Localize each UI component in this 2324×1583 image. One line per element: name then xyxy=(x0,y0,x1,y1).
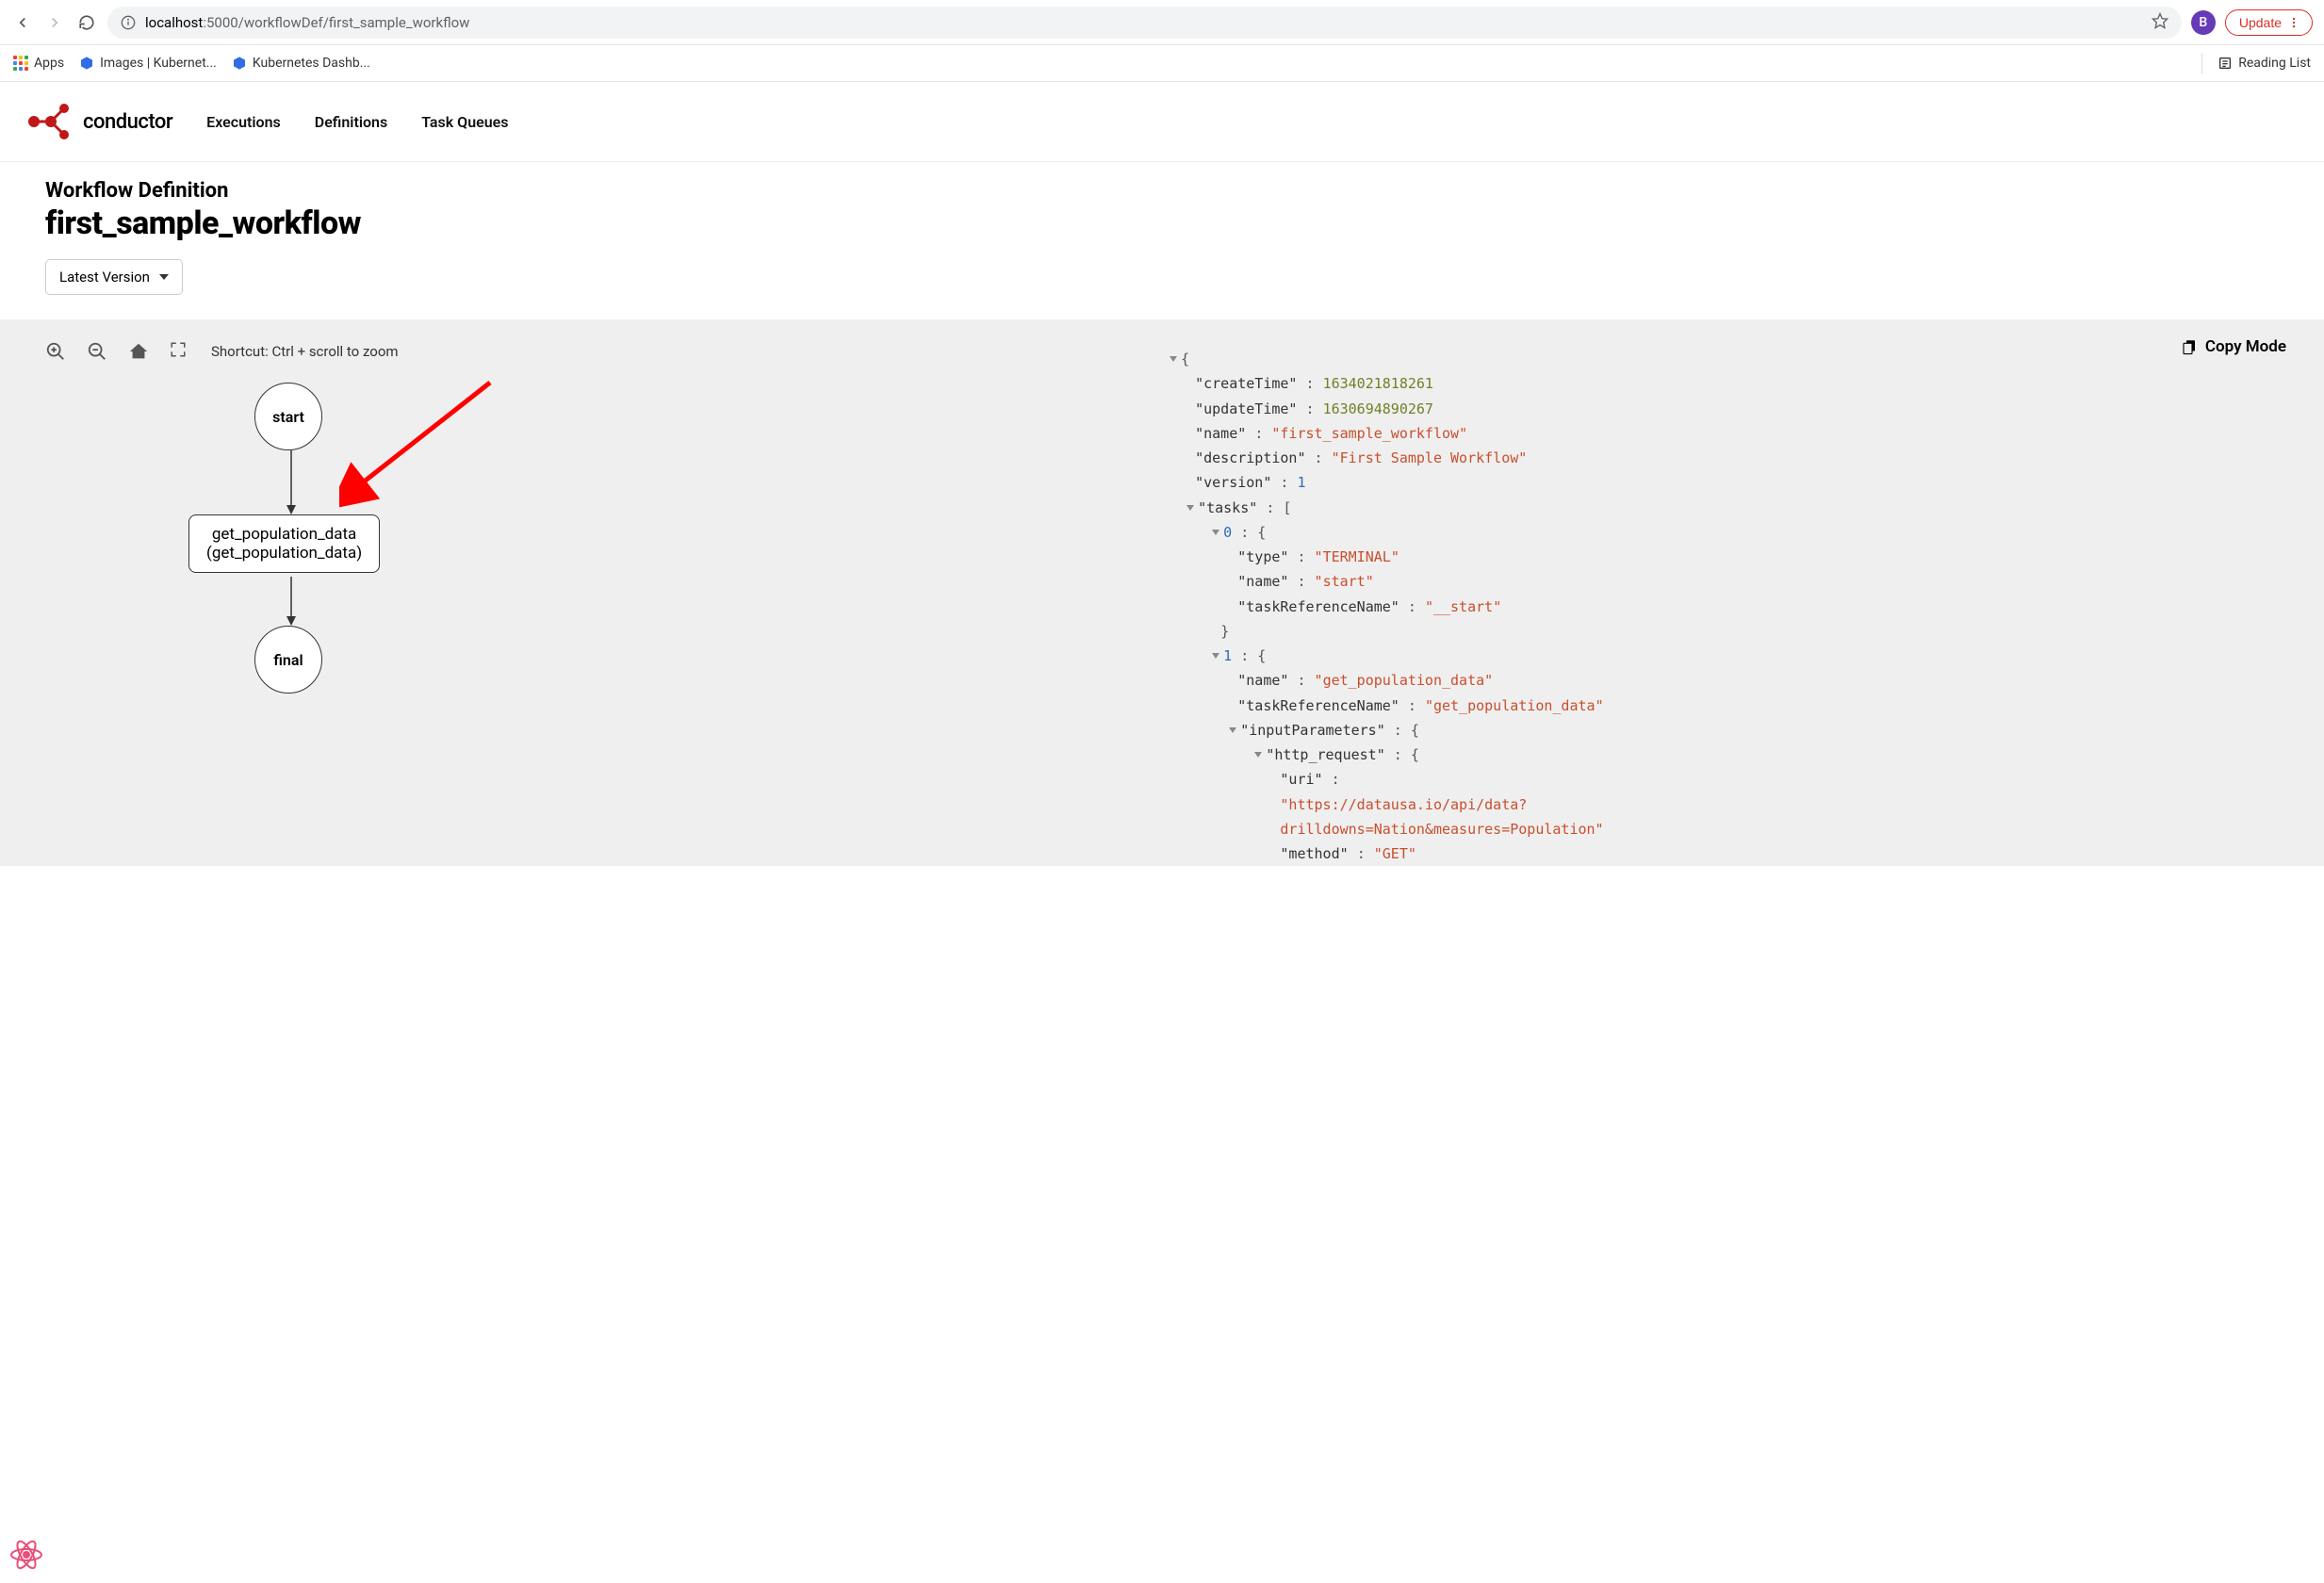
kebab-icon xyxy=(2287,16,2300,29)
home-icon[interactable] xyxy=(128,341,149,362)
task-node-sublabel: (get_population_data) xyxy=(206,544,362,563)
app-nav: conductor Executions Definitions Task Qu… xyxy=(0,82,2324,162)
json-pane: Copy Mode { "createTime" : 1634021818261… xyxy=(1162,320,2324,866)
version-dropdown-label: Latest Version xyxy=(59,269,150,286)
final-node[interactable]: final xyxy=(254,626,322,694)
page-subtitle: Workflow Definition xyxy=(45,179,2279,203)
json-value: start xyxy=(1323,573,1366,590)
chevron-down-icon xyxy=(159,274,169,280)
kubernetes-icon xyxy=(79,56,94,71)
apps-grid-icon xyxy=(13,56,28,71)
bookmark-label: Apps xyxy=(34,56,64,71)
zoom-out-icon[interactable] xyxy=(87,341,107,362)
url-bar[interactable]: localhost:5000/workflowDef/first_sample_… xyxy=(107,7,2182,39)
edge xyxy=(286,450,296,514)
reading-list-icon xyxy=(2218,56,2233,71)
start-node[interactable]: start xyxy=(254,383,322,450)
page-header: Workflow Definition first_sample_workflo… xyxy=(0,162,2324,320)
nav-task-queues[interactable]: Task Queues xyxy=(421,113,508,131)
copy-mode-label: Copy Mode xyxy=(2205,337,2286,356)
version-dropdown[interactable]: Latest Version xyxy=(45,259,183,295)
json-value: 1630694890267 xyxy=(1323,400,1433,417)
back-button[interactable] xyxy=(11,11,34,34)
diagram-toolbar: Shortcut: Ctrl + scroll to zoom xyxy=(0,320,1162,383)
bookmark-apps[interactable]: Apps xyxy=(13,56,64,71)
bookmark-images-kubernetes[interactable]: Images | Kubernet... xyxy=(79,56,217,71)
update-button[interactable]: Update xyxy=(2225,9,2313,36)
json-value: get_population_data xyxy=(1433,697,1596,714)
json-value: get_population_data xyxy=(1323,672,1485,689)
json-value: First Sample Workflow xyxy=(1340,449,1519,466)
brand-text: conductor xyxy=(83,110,172,134)
task-node-label: get_population_data xyxy=(206,525,362,544)
json-value: 1634021818261 xyxy=(1323,375,1433,392)
conductor-logo[interactable]: conductor xyxy=(26,99,172,144)
conductor-logo-icon xyxy=(26,99,75,144)
json-value: TERMINAL xyxy=(1323,548,1391,565)
main-content: Shortcut: Ctrl + scroll to zoom start ge… xyxy=(0,320,2324,866)
bookmark-kubernetes-dashboard[interactable]: Kubernetes Dashb... xyxy=(232,56,370,71)
bookmark-label: Kubernetes Dashb... xyxy=(253,56,370,71)
task-node[interactable]: get_population_data (get_population_data… xyxy=(188,514,380,573)
profile-avatar[interactable]: B xyxy=(2191,10,2216,35)
copy-mode-toggle[interactable]: Copy Mode xyxy=(2181,337,2286,356)
shortcut-hint: Shortcut: Ctrl + scroll to zoom xyxy=(211,343,399,360)
forward-button[interactable] xyxy=(43,11,66,34)
update-button-label: Update xyxy=(2239,15,2282,30)
copy-icon xyxy=(2181,338,2198,355)
diagram-pane: Shortcut: Ctrl + scroll to zoom start ge… xyxy=(0,320,1162,866)
nav-definitions[interactable]: Definitions xyxy=(315,113,387,131)
json-value: __start xyxy=(1433,598,1493,615)
json-tree[interactable]: { "createTime" : 1634021818261 "updateTi… xyxy=(1162,347,2324,866)
start-node-label: start xyxy=(272,408,304,426)
final-node-label: final xyxy=(273,651,303,669)
json-value: GET xyxy=(1383,845,1408,862)
browser-toolbar: localhost:5000/workflowDef/first_sample_… xyxy=(0,0,2324,45)
info-icon xyxy=(121,15,136,30)
bookmark-star-icon[interactable] xyxy=(2152,12,2169,33)
json-value: first_sample_workflow xyxy=(1280,425,1459,442)
workflow-diagram[interactable]: start get_population_data (get_populatio… xyxy=(0,383,1162,778)
url-path: :5000/workflowDef/first_sample_workflow xyxy=(203,14,469,31)
url-host: localhost xyxy=(145,14,203,31)
zoom-in-icon[interactable] xyxy=(45,341,66,362)
nav-executions[interactable]: Executions xyxy=(206,113,281,131)
reading-list-label: Reading List xyxy=(2238,56,2311,71)
bookmarks-bar: Apps Images | Kubernet... Kubernetes Das… xyxy=(0,45,2324,82)
fullscreen-icon[interactable] xyxy=(170,341,190,362)
reload-button[interactable] xyxy=(75,11,98,34)
page-title: first_sample_workflow xyxy=(45,204,2279,242)
divider xyxy=(2201,53,2202,73)
annotation-arrow xyxy=(339,373,499,514)
bookmark-label: Images | Kubernet... xyxy=(100,56,217,71)
edge xyxy=(286,577,296,626)
react-devtools-badge[interactable] xyxy=(8,1536,45,1574)
json-value: 1 xyxy=(1297,474,1305,491)
reading-list[interactable]: Reading List xyxy=(2218,56,2311,71)
kubernetes-icon xyxy=(232,56,247,71)
